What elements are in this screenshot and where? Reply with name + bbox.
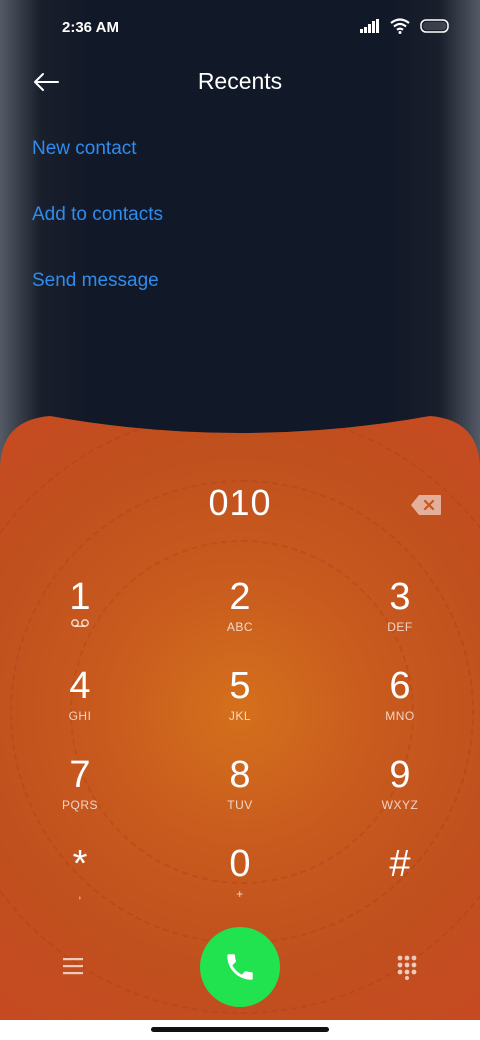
key-1[interactable]: 1 — [25, 576, 135, 652]
key-digit: 2 — [229, 576, 251, 618]
key-3[interactable]: 3 DEF — [345, 576, 455, 652]
key-letters: , — [78, 887, 82, 901]
dialer-panel: 010 1 2 ABC 3 DEF 4 GHI 5 JKL 6 MNO 7 PQ… — [0, 410, 480, 1020]
key-0[interactable]: 0 + — [185, 843, 295, 919]
key-digit: 0 — [229, 843, 251, 885]
key-digit: 8 — [229, 754, 251, 796]
wifi-icon — [390, 18, 410, 34]
home-indicator[interactable] — [151, 1027, 329, 1032]
key-digit: # — [389, 843, 411, 885]
backspace-icon[interactable] — [410, 494, 442, 516]
call-button[interactable] — [200, 927, 280, 1007]
key-letters: DEF — [387, 620, 413, 634]
key-digit: 9 — [389, 754, 411, 796]
key-7[interactable]: 7 PQRS — [25, 754, 135, 830]
key-4[interactable]: 4 GHI — [25, 665, 135, 741]
key-digit: 7 — [69, 754, 91, 796]
key-letters: ABC — [226, 620, 254, 634]
key-letters: PQRS — [61, 798, 98, 812]
key-letters: JKL — [228, 709, 252, 723]
entered-number: 010 — [208, 482, 272, 523]
key-2[interactable]: 2 ABC — [185, 576, 295, 652]
app-bar: Recents — [0, 56, 480, 108]
add-to-contacts-link[interactable]: Add to contacts — [32, 204, 163, 226]
voicemail-icon — [70, 618, 90, 628]
key-digit: 1 — [69, 576, 91, 618]
key-digit: 6 — [389, 665, 411, 707]
menu-icon[interactable] — [60, 956, 86, 976]
screen: 2:36 AM Recents New contact Add to conta… — [0, 0, 480, 1020]
status-time: 2:36 AM — [62, 19, 119, 36]
key-star[interactable]: * , — [25, 843, 135, 919]
new-contact-link[interactable]: New contact — [32, 138, 137, 160]
key-digit: 4 — [69, 665, 91, 707]
status-bar: 2:36 AM — [0, 0, 480, 56]
signal-icon — [360, 19, 379, 33]
key-9[interactable]: 9 WXYZ — [345, 754, 455, 830]
key-letters: WXYZ — [381, 798, 419, 812]
key-letters: + — [236, 887, 244, 901]
page-title: Recents — [197, 68, 283, 94]
battery-icon — [420, 19, 449, 33]
key-8[interactable]: 8 TUV — [185, 754, 295, 830]
key-letters: MNO — [385, 709, 415, 723]
key-6[interactable]: 6 MNO — [345, 665, 455, 741]
key-digit: 5 — [229, 665, 251, 707]
send-message-link[interactable]: Send message — [32, 270, 159, 292]
key-letters: GHI — [68, 709, 92, 723]
key-hash[interactable]: # — [345, 843, 455, 919]
phone-icon — [223, 950, 257, 984]
key-digit: * — [72, 843, 88, 885]
key-letters: TUV — [227, 798, 253, 812]
key-digit: 3 — [389, 576, 411, 618]
dialpad-icon[interactable] — [396, 954, 418, 980]
status-icons — [360, 18, 450, 34]
key-5[interactable]: 5 JKL — [185, 665, 295, 741]
